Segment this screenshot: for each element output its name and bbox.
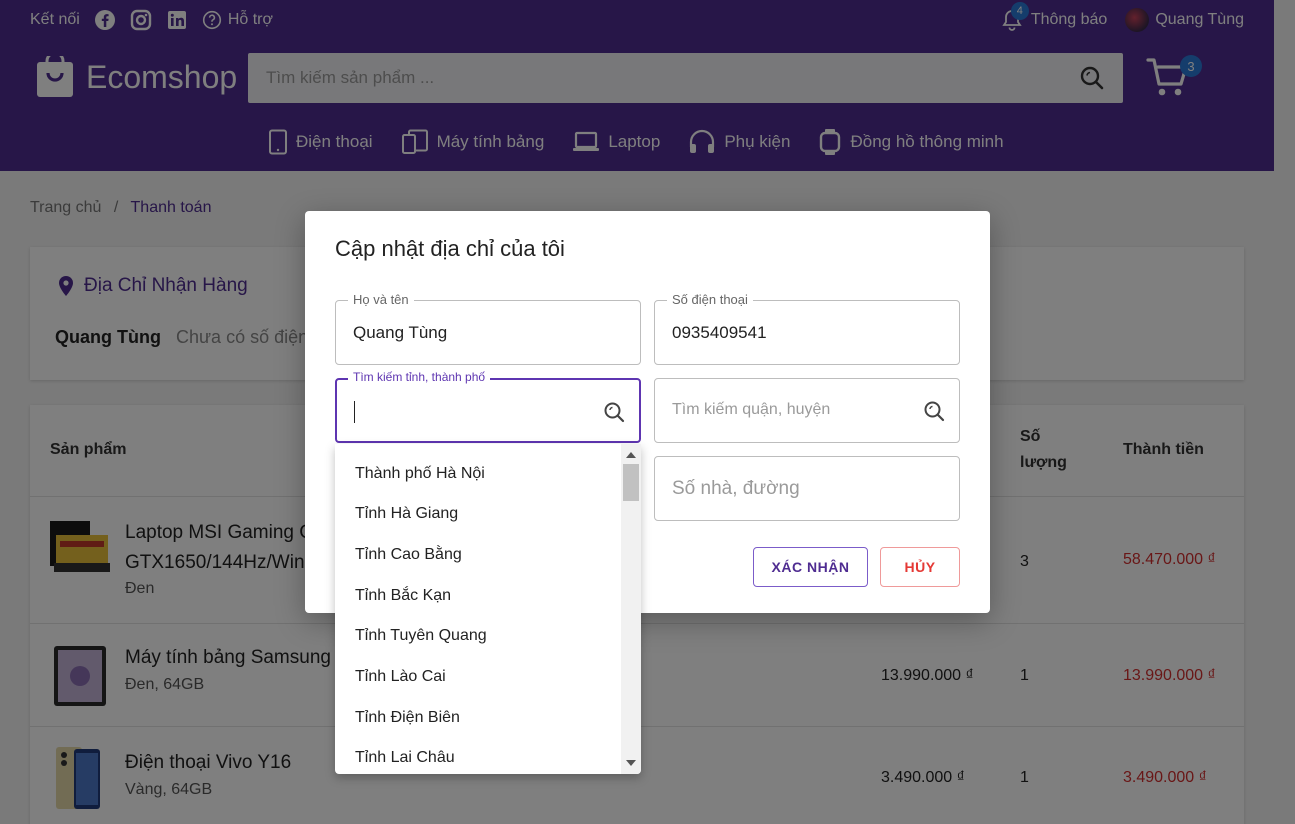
list-item[interactable]: Tỉnh Tuyên Quang — [355, 627, 487, 645]
list-item[interactable]: Tỉnh Bắc Kạn — [355, 587, 451, 605]
list-item[interactable]: Tỉnh Lào Cai — [355, 668, 446, 686]
confirm-button[interactable]: XÁC NHẬN — [753, 547, 868, 587]
province-search-input[interactable]: Tìm kiếm tỉnh, thành phố — [335, 370, 641, 443]
district-search-input[interactable]: Tìm kiếm quận, huyện — [654, 378, 960, 443]
full-name-value: Quang Tùng — [353, 323, 448, 342]
scroll-up-arrow-icon[interactable] — [626, 452, 636, 458]
phone-value: 0935409541 — [672, 323, 767, 342]
scroll-down-arrow-icon[interactable] — [626, 760, 636, 766]
cancel-button[interactable]: HỦY — [880, 547, 960, 587]
dialog-title: Cập nhật địa chỉ của tôi — [335, 236, 565, 261]
phone-label: Số điện thoại — [667, 292, 753, 307]
street-address-input[interactable]: Số nhà, đường — [654, 456, 960, 521]
list-item[interactable]: Tỉnh Cao Bằng — [355, 546, 462, 564]
list-item[interactable]: Tỉnh Hà Giang — [355, 505, 458, 523]
list-item[interactable]: Tỉnh Điện Biên — [355, 709, 460, 727]
street-placeholder: Số nhà, đường — [672, 478, 800, 499]
text-caret — [354, 401, 355, 423]
list-item[interactable]: Thành phố Hà Nội — [355, 465, 485, 483]
full-name-label: Họ và tên — [348, 292, 414, 307]
scrollbar-thumb[interactable] — [623, 464, 639, 501]
search-icon — [924, 401, 945, 422]
phone-field[interactable]: Số điện thoại 0935409541 — [654, 292, 960, 365]
full-name-field[interactable]: Họ và tên Quang Tùng — [335, 292, 641, 365]
search-icon — [604, 402, 625, 423]
province-label: Tìm kiếm tỉnh, thành phố — [348, 370, 491, 384]
dropdown-scrollbar[interactable] — [621, 444, 641, 774]
district-placeholder: Tìm kiếm quận, huyện — [672, 401, 831, 418]
list-item[interactable]: Tỉnh Lai Châu — [355, 749, 455, 767]
province-dropdown-list: Thành phố Hà Nội Tỉnh Hà Giang Tỉnh Cao … — [335, 444, 641, 774]
